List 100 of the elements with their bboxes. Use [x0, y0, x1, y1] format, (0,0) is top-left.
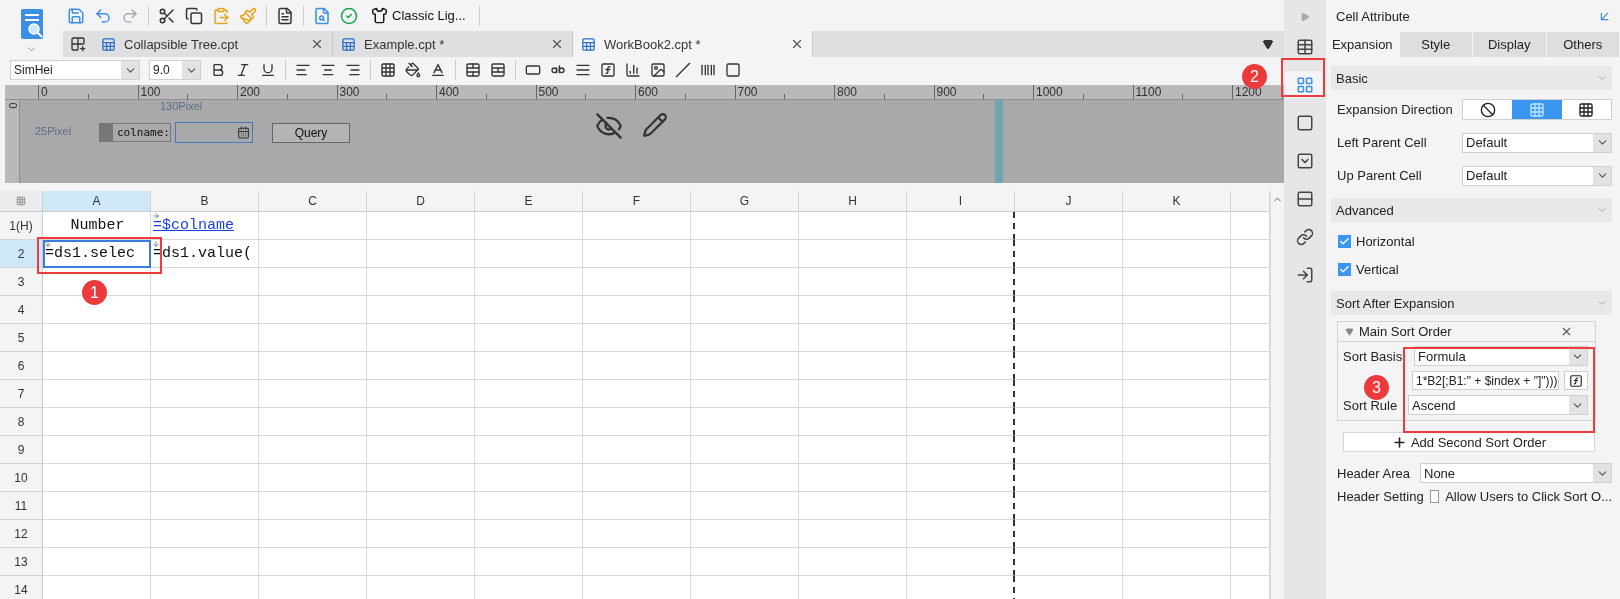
- checkbox[interactable]: [1338, 234, 1351, 248]
- pencil-icon[interactable]: [642, 112, 668, 138]
- table-cell[interactable]: [907, 380, 1015, 408]
- dropdown-icon[interactable]: [1262, 38, 1274, 50]
- border-icon[interactable]: [380, 62, 396, 78]
- sort-basis-select[interactable]: Formula: [1414, 346, 1588, 366]
- panel-tab[interactable]: Expansion: [1326, 32, 1400, 57]
- section-header[interactable]: Sort After Expansion: [1331, 291, 1612, 315]
- copy-icon[interactable]: [185, 6, 203, 25]
- row-header[interactable]: 7: [0, 380, 43, 408]
- brush-icon[interactable]: [239, 6, 257, 25]
- table-cell[interactable]: [907, 268, 1015, 296]
- column-header[interactable]: [1231, 191, 1270, 212]
- split-cells-icon[interactable]: [490, 62, 506, 78]
- row-header[interactable]: 2: [0, 240, 43, 268]
- parent-cell-select[interactable]: Default: [1462, 165, 1612, 186]
- row-header[interactable]: 14: [0, 576, 43, 599]
- barcode-icon[interactable]: [700, 62, 716, 78]
- checkbox[interactable]: [1338, 262, 1351, 276]
- header-area-select[interactable]: None: [1420, 463, 1612, 483]
- underline-icon[interactable]: [260, 62, 276, 78]
- redo-icon[interactable]: [121, 6, 139, 25]
- formula-field[interactable]: 1*B2[;B1:" + $index + "]"))): [1412, 371, 1559, 390]
- column-header[interactable]: H: [799, 191, 907, 212]
- file-tab[interactable]: WorkBook2.cpt *: [573, 31, 813, 57]
- checkbox[interactable]: [1429, 489, 1440, 503]
- column-header[interactable]: D: [367, 191, 475, 212]
- row-header[interactable]: 5: [0, 324, 43, 352]
- table-cell[interactable]: [907, 240, 1015, 268]
- column-header[interactable]: G: [691, 191, 799, 212]
- row-header[interactable]: 12: [0, 520, 43, 548]
- text-preview-icon[interactable]: [276, 6, 294, 25]
- merge-cells-icon[interactable]: [465, 62, 481, 78]
- sort-rule-select[interactable]: Ascend: [1408, 395, 1588, 415]
- size-select[interactable]: 9.0: [149, 60, 201, 80]
- parent-cell-select[interactable]: Default: [1462, 132, 1612, 153]
- close-icon[interactable]: [1560, 325, 1573, 338]
- close-icon[interactable]: [790, 37, 804, 51]
- row-header[interactable]: 1(H): [0, 212, 43, 240]
- row-header[interactable]: 13: [0, 548, 43, 576]
- row-header[interactable]: 8: [0, 408, 43, 436]
- eye-off-icon[interactable]: [595, 112, 623, 140]
- font-color-icon[interactable]: [430, 62, 446, 78]
- column-header[interactable]: F: [583, 191, 691, 212]
- scrollbar[interactable]: [1270, 191, 1284, 599]
- close-icon[interactable]: [310, 37, 324, 51]
- undo-icon[interactable]: [94, 6, 112, 25]
- row-header[interactable]: 10: [0, 464, 43, 492]
- column-header[interactable]: C: [259, 191, 367, 212]
- section-header[interactable]: Basic: [1331, 66, 1612, 90]
- save-icon[interactable]: [67, 6, 85, 25]
- table-cell[interactable]: [907, 212, 1015, 240]
- align-left-icon[interactable]: [295, 62, 311, 78]
- table-cell[interactable]: [907, 324, 1015, 352]
- column-header[interactable]: E: [475, 191, 583, 212]
- column-header[interactable]: I: [907, 191, 1015, 212]
- query-button[interactable]: Query: [272, 123, 350, 143]
- add-sort-button[interactable]: Add Second Sort Order: [1343, 432, 1595, 452]
- formula-icon[interactable]: [600, 62, 616, 78]
- table-cell[interactable]: [907, 352, 1015, 380]
- italic-icon[interactable]: [235, 62, 251, 78]
- align-center-icon[interactable]: [320, 62, 336, 78]
- table-cell[interactable]: [907, 436, 1015, 464]
- align-right-icon[interactable]: [345, 62, 361, 78]
- row-header[interactable]: 11: [0, 492, 43, 520]
- scissors-icon[interactable]: [158, 6, 176, 25]
- preview-icon[interactable]: [313, 6, 331, 25]
- paste-icon[interactable]: [212, 6, 230, 25]
- expand-icon[interactable]: [1300, 12, 1310, 22]
- table-cell[interactable]: [907, 408, 1015, 436]
- select-all-icon[interactable]: [16, 196, 26, 206]
- table-cell[interactable]: [907, 296, 1015, 324]
- table-cell[interactable]: [907, 520, 1015, 548]
- theme-button[interactable]: Classic Lig...: [367, 7, 470, 24]
- bar-chart-icon[interactable]: [625, 62, 641, 78]
- column-header[interactable]: J: [1015, 191, 1123, 212]
- table-cell[interactable]: [907, 492, 1015, 520]
- table-cell[interactable]: [907, 548, 1015, 576]
- cell-border-icon[interactable]: [725, 62, 741, 78]
- row-header[interactable]: 9: [0, 436, 43, 464]
- slash-icon[interactable]: [675, 62, 691, 78]
- check-icon[interactable]: [340, 6, 358, 25]
- font-select[interactable]: SimHei: [10, 60, 140, 80]
- row-header[interactable]: 3: [0, 268, 43, 296]
- row-header[interactable]: 6: [0, 352, 43, 380]
- parameter-field[interactable]: [175, 122, 253, 143]
- table-cell[interactable]: =ds1.selec: [43, 240, 151, 268]
- text-field-icon[interactable]: [525, 62, 541, 78]
- table-cell[interactable]: =$colname: [151, 212, 259, 240]
- close-icon[interactable]: [550, 37, 564, 51]
- table-cell[interactable]: [907, 464, 1015, 492]
- bold-icon[interactable]: [210, 62, 226, 78]
- table-cell[interactable]: Number: [43, 212, 151, 240]
- column-header[interactable]: K: [1123, 191, 1231, 212]
- row-header[interactable]: 4: [0, 296, 43, 324]
- section-header[interactable]: Advanced: [1331, 198, 1612, 222]
- image-icon[interactable]: [650, 62, 666, 78]
- collapse-icon[interactable]: [1345, 327, 1354, 336]
- fill-color-icon[interactable]: [405, 62, 421, 78]
- new-tab-icon[interactable]: [70, 36, 86, 52]
